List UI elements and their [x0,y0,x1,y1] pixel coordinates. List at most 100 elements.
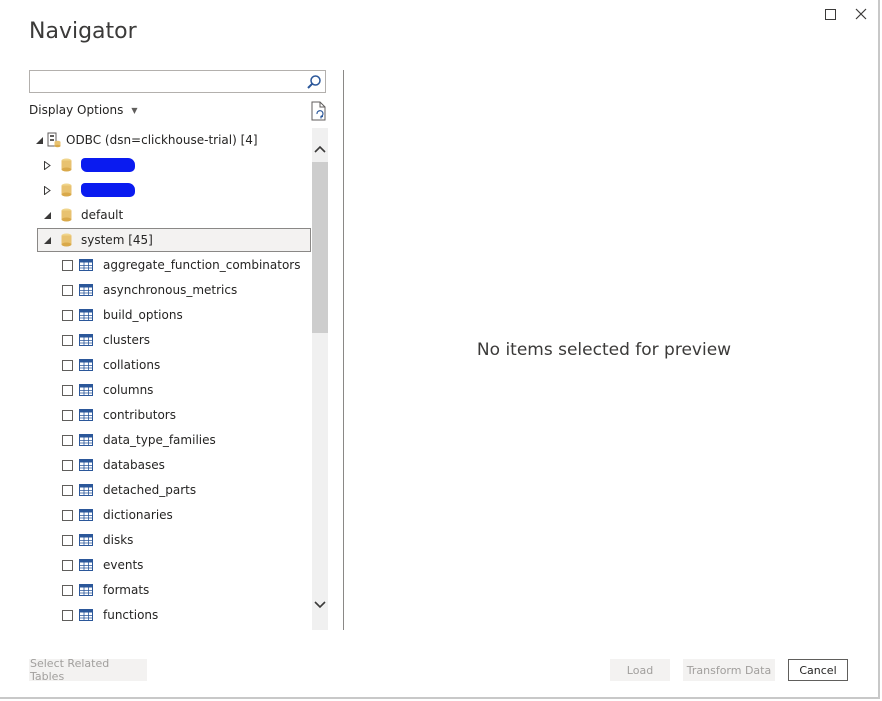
tree-database-system[interactable]: system [45] [37,228,311,252]
table-checkbox[interactable] [62,484,73,496]
table-label: databases [103,458,165,472]
collapsed-triangle-icon[interactable] [41,159,53,171]
table-checkbox[interactable] [62,359,73,371]
tree-root-label: ODBC (dsn=clickhouse-trial) [4] [66,133,258,147]
transform-data-button[interactable]: Transform Data [683,659,775,681]
expand-triangle-icon[interactable] [41,209,53,221]
table-checkbox[interactable] [62,284,73,296]
table-checkbox[interactable] [62,534,73,546]
table-icon [79,534,93,546]
tree-table-item[interactable]: asynchronous_metrics [62,278,237,302]
table-label: clusters [103,333,151,347]
database-icon [61,233,72,247]
table-checkbox[interactable] [62,584,73,596]
x-icon [855,8,867,20]
page-title: Navigator [29,19,137,44]
search-box [29,70,326,93]
tree-table-item[interactable]: collations [62,353,160,377]
search-icon[interactable] [306,74,322,90]
square-icon [824,8,836,20]
scroll-down-button[interactable] [312,596,328,614]
table-icon [79,259,93,271]
database-icon [61,158,72,172]
table-checkbox[interactable] [62,334,73,346]
tree-database-label: default [81,208,124,222]
table-icon [79,334,93,346]
redacted-label [81,158,135,172]
table-label: collations [103,358,161,372]
table-label: disks [103,533,134,547]
tree-table-item[interactable]: events [62,553,143,577]
redacted-label [81,183,135,197]
table-checkbox[interactable] [62,434,73,446]
load-button[interactable]: Load [610,659,670,681]
tree-table-item[interactable]: formats [62,578,149,602]
table-icon [79,609,93,621]
tree-database-item[interactable] [41,153,135,177]
table-icon [79,384,93,396]
tree-table-item[interactable]: columns [62,378,153,402]
table-checkbox[interactable] [62,259,73,271]
expand-triangle-icon[interactable] [33,134,45,146]
tree-table-item[interactable]: databases [62,453,165,477]
table-label: build_options [103,308,183,322]
table-checkbox[interactable] [62,509,73,521]
tree-table-item[interactable]: disks [62,528,133,552]
table-checkbox[interactable] [62,409,73,421]
table-label: formats [103,583,150,597]
tree-database-item[interactable] [41,178,135,202]
tree-table-item[interactable]: detached_parts [62,478,196,502]
chevron-up-icon [314,145,326,153]
table-label: aggregate_function_combinators [103,258,301,272]
collapsed-triangle-icon[interactable] [41,184,53,196]
preview-empty-message: No items selected for preview [476,340,732,360]
table-icon [79,509,93,521]
table-label: asynchronous_metrics [103,283,238,297]
tree-scrollbar[interactable] [312,128,328,630]
display-options-dropdown[interactable]: Display Options ▼ [29,103,138,117]
tree-root-odbc[interactable]: ODBC (dsn=clickhouse-trial) [4] [33,128,258,152]
table-icon [79,559,93,571]
table-label: columns [103,383,154,397]
table-label: events [103,558,144,572]
tree-table-item[interactable]: data_type_families [62,428,216,452]
maximize-button[interactable] [820,4,840,24]
table-checkbox[interactable] [62,609,73,621]
tree-table-item[interactable]: clusters [62,328,150,352]
caret-down-icon: ▼ [131,105,138,115]
chevron-down-icon [314,601,326,609]
scroll-thumb[interactable] [312,162,328,333]
close-button[interactable] [851,4,871,24]
display-options-label: Display Options [29,103,124,117]
tree-table-item[interactable]: functions [62,603,158,627]
table-checkbox[interactable] [62,559,73,571]
tree-table-item[interactable]: build_options [62,303,183,327]
tree-database-default[interactable]: default [41,203,123,227]
table-checkbox[interactable] [62,459,73,471]
scroll-up-button[interactable] [312,140,328,158]
table-label: functions [103,608,159,622]
tree-table-item[interactable]: contributors [62,403,176,427]
table-icon [79,284,93,296]
table-icon [79,584,93,596]
tree-database-label: system [45] [81,233,153,247]
tree-table-item[interactable]: dictionaries [62,503,173,527]
select-related-tables-button[interactable]: Select Related Tables [29,657,147,683]
refresh-icon[interactable] [310,101,328,121]
table-label: detached_parts [103,483,197,497]
table-icon [79,309,93,321]
table-label: data_type_families [103,433,216,447]
table-icon [79,484,93,496]
table-icon [79,459,93,471]
expand-triangle-icon[interactable] [41,234,53,246]
cancel-button[interactable]: Cancel [788,659,848,681]
table-checkbox[interactable] [62,309,73,321]
tree-table-item[interactable]: aggregate_function_combinators [62,253,301,277]
table-label: dictionaries [103,508,173,522]
table-icon [79,409,93,421]
search-input[interactable] [34,71,308,93]
database-icon [61,183,72,197]
table-checkbox[interactable] [62,384,73,396]
database-icon [61,208,72,222]
table-icon [79,359,93,371]
